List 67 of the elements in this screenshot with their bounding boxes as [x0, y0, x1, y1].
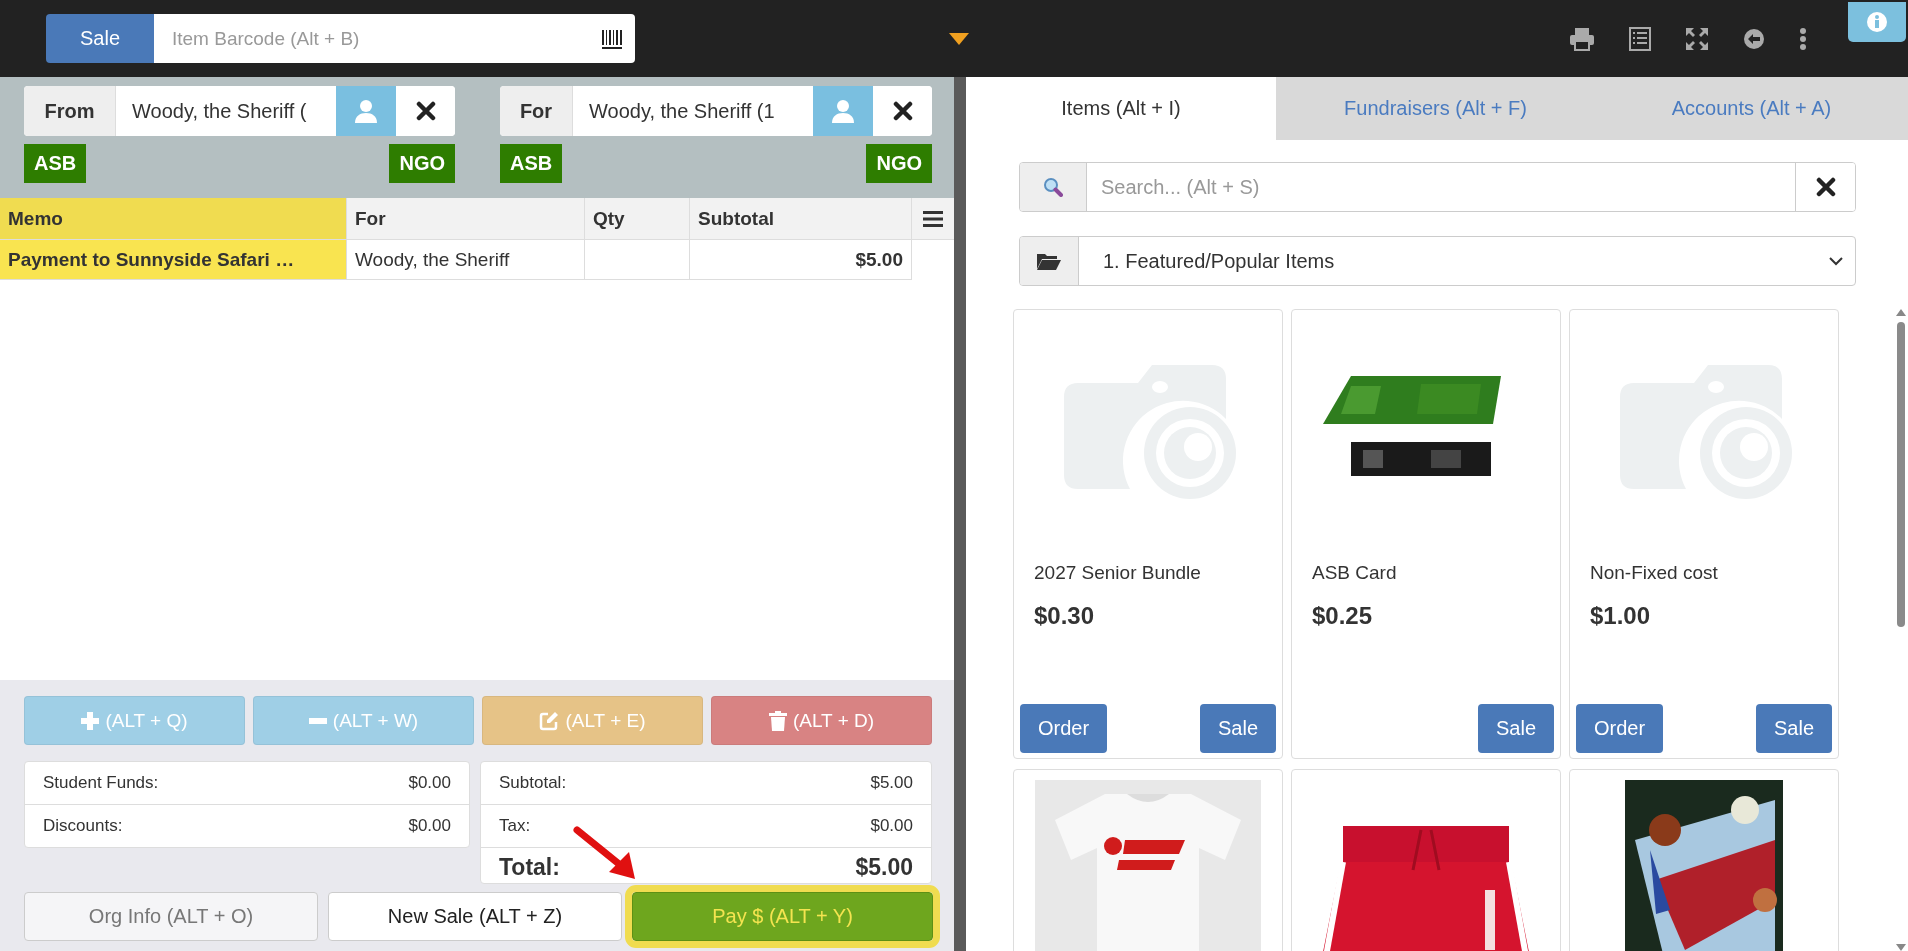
- scroll-down-icon[interactable]: [1895, 944, 1906, 951]
- expand-icon[interactable]: [1685, 26, 1709, 51]
- summary-value: $5.00: [855, 854, 913, 881]
- org-info-button[interactable]: Org Info (ALT + O): [24, 892, 318, 941]
- clear-button[interactable]: [1795, 163, 1855, 211]
- trash-icon: [768, 710, 787, 731]
- minus-icon: [308, 717, 327, 724]
- summary-label: Discounts:: [43, 816, 123, 836]
- user-icon: [830, 98, 856, 124]
- barcode-input[interactable]: Item Barcode (Alt + B): [172, 27, 601, 50]
- order-button[interactable]: Order: [1576, 704, 1664, 753]
- summary-label: Total:: [499, 854, 560, 881]
- scroll-up-icon[interactable]: [1895, 309, 1906, 316]
- item-price: $1.00: [1589, 602, 1652, 630]
- summary-label: Student Funds:: [43, 773, 159, 793]
- sale-button[interactable]: Sale: [1477, 704, 1554, 753]
- order-button[interactable]: Order: [1020, 704, 1108, 753]
- party-field[interactable]: Woody, the Sheriff (1: [573, 86, 813, 136]
- summary-label: Tax:: [499, 816, 531, 836]
- menu-icon[interactable]: [923, 209, 943, 228]
- more-icon[interactable]: [1799, 26, 1807, 51]
- badge: NGO: [389, 144, 455, 183]
- badge: ASB: [500, 144, 563, 183]
- back-icon[interactable]: [1743, 27, 1765, 50]
- tab[interactable]: Items (Alt + I): [966, 77, 1276, 140]
- party-label: For: [500, 86, 573, 136]
- table-cell: $5.00: [690, 240, 912, 280]
- table-cell: Payment to Sunnyside Safari …: [0, 240, 347, 280]
- sale-button[interactable]: Sale: [1199, 704, 1276, 753]
- item-name: Non-Fixed cost: [1589, 562, 1719, 584]
- list-icon[interactable]: [1629, 26, 1651, 51]
- delete-button[interactable]: (ALT + D): [711, 696, 932, 745]
- info-icon: [1866, 11, 1888, 33]
- summary-value: $0.00: [408, 773, 451, 793]
- close-icon: [1815, 177, 1836, 197]
- scrollbar[interactable]: [1893, 309, 1908, 951]
- column-header: Subtotal: [690, 198, 912, 240]
- plus-icon: [81, 711, 100, 730]
- sale-button[interactable]: Sale: [1755, 704, 1832, 753]
- item-name: ASB Card: [1311, 562, 1398, 584]
- close-icon: [415, 101, 436, 121]
- column-header: Qty: [585, 198, 690, 240]
- sale-button[interactable]: Sale: [46, 14, 154, 63]
- summary-value: $0.00: [408, 816, 451, 836]
- close-icon: [892, 101, 913, 121]
- summary-value: $5.00: [870, 773, 913, 793]
- party-field[interactable]: Woody, the Sheriff (: [116, 86, 336, 136]
- badge: ASB: [24, 144, 87, 183]
- column-header: Memo: [0, 198, 347, 240]
- table-cell: Woody, the Sheriff: [347, 240, 585, 280]
- summary-value: $0.00: [870, 816, 913, 836]
- user-icon: [353, 98, 379, 124]
- search-bar[interactable]: Search... (Alt + S): [1019, 162, 1856, 212]
- summary-label: Subtotal:: [499, 773, 567, 793]
- new-sale-button[interactable]: New Sale (ALT + Z): [328, 892, 622, 941]
- badge: NGO: [866, 144, 932, 183]
- column-header: For: [347, 198, 585, 240]
- item-price: $0.25: [1311, 602, 1374, 630]
- edit-icon: [539, 710, 560, 731]
- barcode-field[interactable]: Item Barcode (Alt + B): [154, 14, 635, 63]
- search-icon: [1043, 177, 1063, 197]
- print-icon[interactable]: [1569, 26, 1595, 51]
- party-label: From: [24, 86, 116, 136]
- barcode-icon: [601, 27, 623, 50]
- caret-icon[interactable]: [949, 32, 969, 45]
- item-price: $0.30: [1033, 602, 1096, 630]
- item-name: 2027 Senior Bundle: [1033, 562, 1202, 584]
